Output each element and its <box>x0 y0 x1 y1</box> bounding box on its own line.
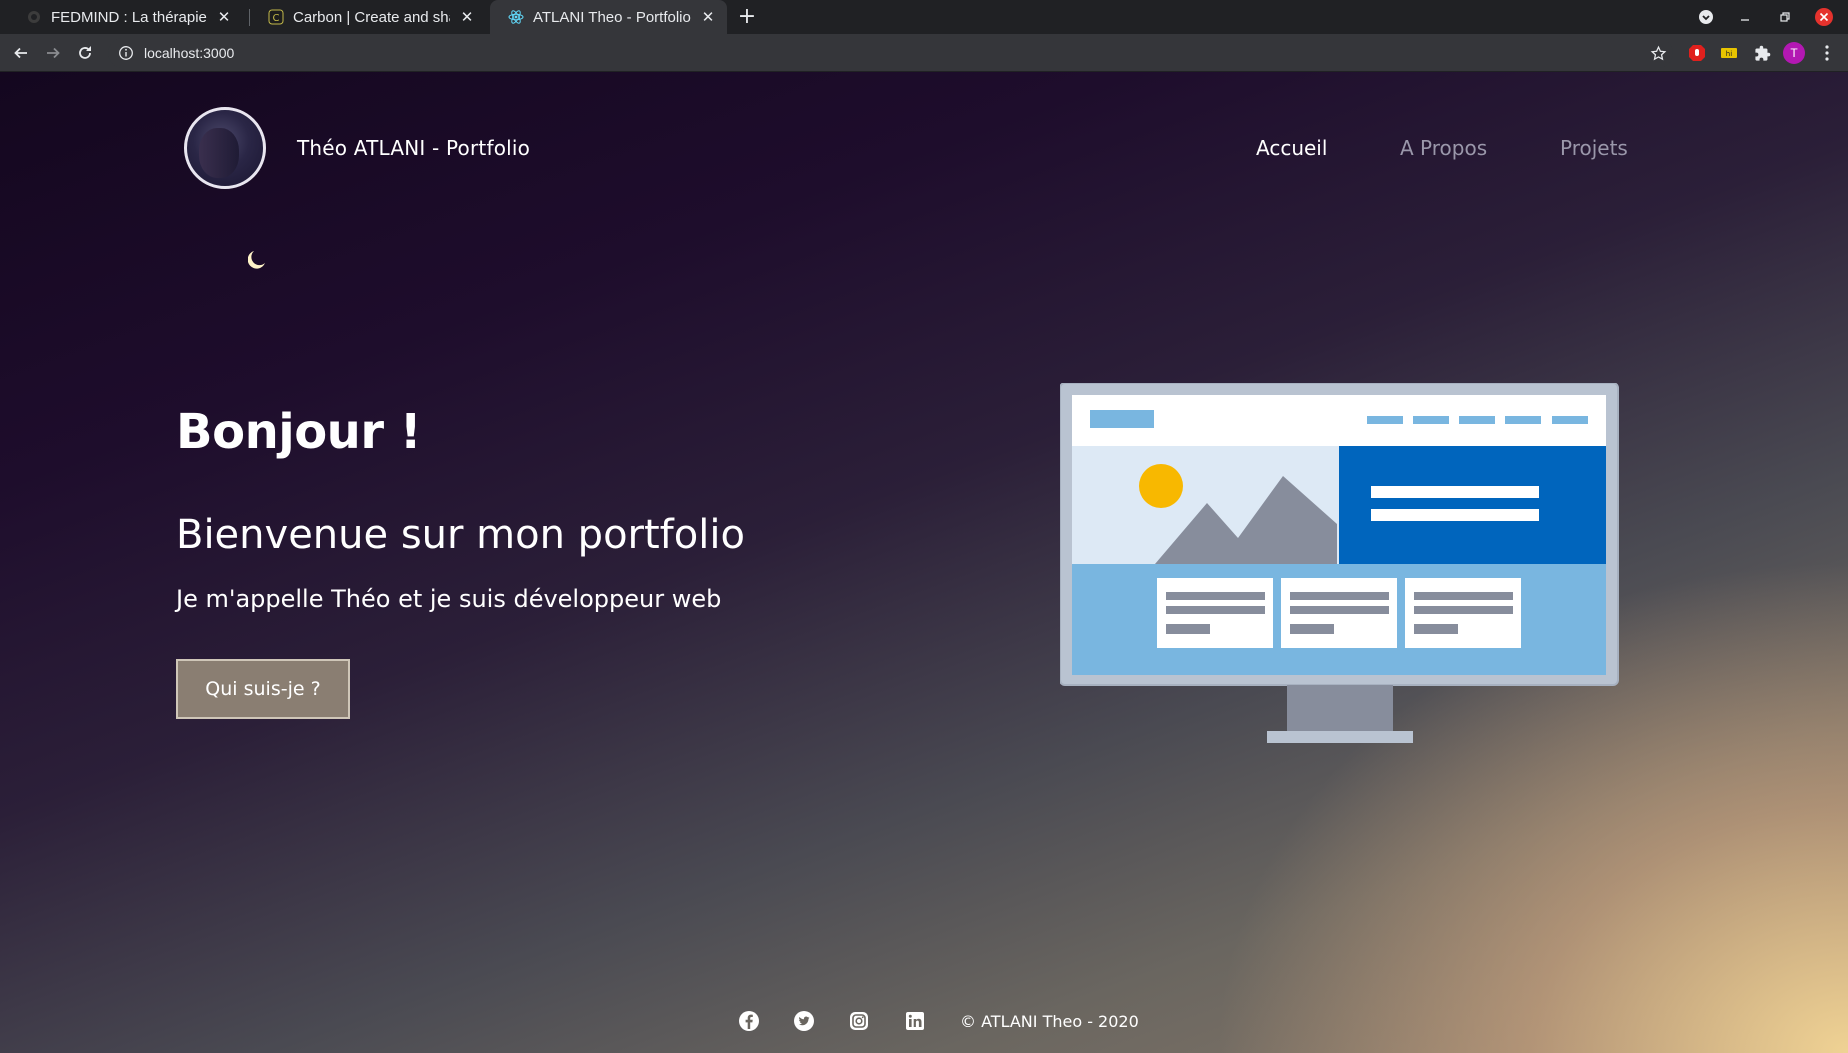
svg-text:C: C <box>273 13 280 24</box>
nav-link-accueil[interactable]: Accueil <box>1256 136 1327 160</box>
url-text: localhost:3000 <box>144 45 235 61</box>
fedmind-favicon-icon <box>26 9 42 25</box>
avatar-face <box>199 128 239 178</box>
react-favicon-icon <box>508 9 524 25</box>
back-arrow-icon[interactable] <box>9 41 33 65</box>
tab-title: FEDMIND : La thérapie di <box>51 8 207 26</box>
theme-toggle-moon-icon[interactable] <box>247 250 268 270</box>
tab-search-icon[interactable] <box>1695 6 1717 28</box>
forward-arrow-icon[interactable] <box>41 41 65 65</box>
qui-suis-je-button[interactable]: Qui suis-je ? <box>176 659 350 719</box>
hero-subtitle: Bienvenue sur mon portfolio <box>176 512 745 558</box>
carbon-favicon-icon: C <box>268 9 284 25</box>
facebook-icon[interactable] <box>738 1010 760 1032</box>
svg-text:hi: hi <box>1726 50 1732 58</box>
hero-title: Bonjour ! <box>176 404 422 460</box>
hero-description: Je m'appelle Théo et je suis développeur… <box>176 585 722 613</box>
nav-link-a-propos[interactable]: A Propos <box>1400 136 1487 160</box>
menu-kebab-icon[interactable] <box>1817 43 1837 63</box>
browser-tab-strip: FEDMIND : La thérapie di ✕ C Carbon | Cr… <box>0 0 1848 34</box>
page-viewport: Théo ATLANI - Portfolio Accueil A Propos… <box>0 72 1848 1053</box>
site-brand[interactable]: Théo ATLANI - Portfolio <box>297 136 530 160</box>
adblock-extension-icon[interactable] <box>1687 43 1707 63</box>
instagram-icon[interactable] <box>848 1010 870 1032</box>
profile-avatar[interactable]: T <box>1783 42 1805 64</box>
new-tab-plus-icon[interactable]: + <box>736 6 758 28</box>
site-footer: © ATLANI Theo - 2020 <box>0 1006 1848 1036</box>
linkedin-icon[interactable] <box>904 1010 926 1032</box>
twitter-icon[interactable] <box>793 1010 815 1032</box>
puzzle-extensions-icon[interactable] <box>1752 43 1772 63</box>
minimize-icon[interactable] <box>1734 6 1756 28</box>
tab-close-icon[interactable]: ✕ <box>699 8 717 26</box>
site-info-icon[interactable] <box>118 45 134 61</box>
nav-link-projets[interactable]: Projets <box>1560 136 1628 160</box>
avatar[interactable] <box>184 107 266 189</box>
tab-title: Carbon | Create and share <box>293 8 450 26</box>
tab-portfolio[interactable]: ATLANI Theo - Portfolio ✕ <box>490 0 727 34</box>
close-window-icon[interactable] <box>1813 6 1835 28</box>
extension-icon[interactable]: hi <box>1719 43 1739 63</box>
tab-close-icon[interactable]: ✕ <box>458 8 476 26</box>
tab-close-icon[interactable]: ✕ <box>215 8 233 26</box>
copyright-text: © ATLANI Theo - 2020 <box>960 1012 1139 1031</box>
monitor-illustration <box>1059 382 1620 762</box>
tab-title: ATLANI Theo - Portfolio <box>533 8 691 26</box>
bookmark-star-icon[interactable] <box>1648 43 1668 63</box>
restore-icon[interactable] <box>1774 6 1796 28</box>
browser-toolbar: localhost:3000 hi T <box>0 34 1848 72</box>
tab-fedmind[interactable]: FEDMIND : La thérapie di ✕ <box>8 0 243 34</box>
address-bar[interactable]: localhost:3000 <box>108 38 1673 68</box>
reload-icon[interactable] <box>73 41 97 65</box>
tab-carbon[interactable]: C Carbon | Create and share ✕ <box>250 0 486 34</box>
